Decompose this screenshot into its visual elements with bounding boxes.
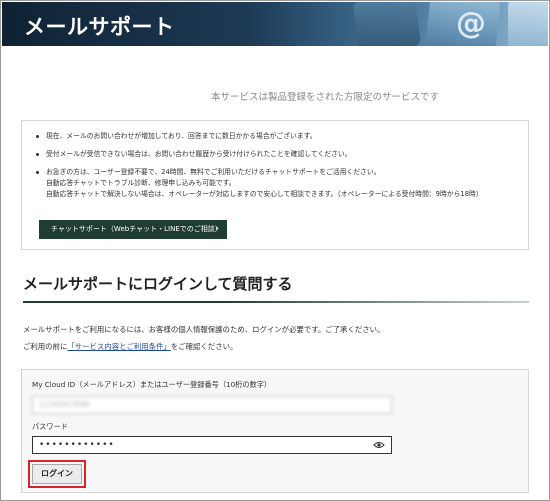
info-item-text: 現在、メールのお問い合わせが増加しており、回答までに数日かかる場合がございます。 (46, 132, 317, 140)
password-input[interactable]: •••••••••••• (32, 436, 392, 454)
password-field-label: パスワード (32, 422, 68, 431)
id-input[interactable]: 1234567890 (32, 396, 392, 414)
intro-line: メールサポートをご利用になるには、お客様の個人情報保護のため、ログインが必要です… (23, 325, 385, 334)
service-notice: 本サービスは製品登録をされた方限定のサービスです (210, 92, 439, 103)
chat-support-button[interactable]: チャットサポート（Webチャット・LINEでのご相談） › (39, 220, 227, 239)
info-item-text: お急ぎの方は、ユーザー登録不要で、24時間、無料でご利用いただけるチャットサポー… (46, 168, 381, 176)
heading-divider (23, 301, 529, 303)
info-item-subtext: 自動応答チャットでトラブル診断、修理申し込みも可能です。 (46, 179, 236, 187)
id-field-label: My Cloud ID（メールアドレス）またはユーザー登録番号（10桁の数字） (32, 380, 272, 389)
intro-line: ご利用の前に「サービス内容とご利用条件」をご確認ください。 (23, 338, 523, 355)
banner-decoration (508, 2, 548, 46)
chat-support-button-label: チャットサポート（Webチャット・LINEでのご相談） (51, 225, 222, 233)
show-password-eye-icon[interactable] (373, 440, 385, 450)
intro-text: メールサポートをご利用になるには、お客様の個人情報保護のため、ログインが必要です… (23, 321, 523, 355)
at-sign-icon: @ (456, 6, 486, 41)
header-banner: @ メールサポート (2, 2, 548, 46)
password-value: •••••••••••• (39, 440, 115, 450)
intro-suffix: をご確認ください。 (170, 342, 238, 351)
info-item: 受付メールが受信できない場合は、お問い合わせ履歴から受け付けられたことを確認して… (36, 149, 514, 160)
login-form: My Cloud ID（メールアドレス）またはユーザー登録番号（10桁の数字） … (21, 369, 529, 493)
section-heading: メールサポートにログインして質問する (23, 275, 293, 293)
terms-link[interactable]: 「サービス内容とご利用条件」 (67, 342, 170, 351)
intro-prefix: ご利用の前に (23, 342, 68, 351)
info-item-text: 受付メールが受信できない場合は、お問い合わせ履歴から受け付けられたことを確認して… (46, 150, 352, 158)
info-item: 現在、メールのお問い合わせが増加しており、回答までに数日かかる場合がございます。 (36, 131, 514, 142)
page-title: メールサポート (24, 15, 175, 39)
login-button-highlight: ログイン (28, 460, 86, 488)
banner-decoration (352, 2, 422, 46)
info-item-subtext: 自動応答チャットで解決しない場合は、オペレーターが対応しますので安心して相談でき… (46, 190, 483, 198)
login-button[interactable]: ログイン (32, 464, 82, 484)
chevron-right-icon: › (215, 224, 219, 234)
info-item: お急ぎの方は、ユーザー登録不要で、24時間、無料でご利用いただけるチャットサポー… (36, 167, 514, 200)
page-frame: @ メールサポート 本サービスは製品登録をされた方限定のサービスです 現在、メー… (0, 0, 550, 501)
info-list: 現在、メールのお問い合わせが増加しており、回答までに数日かかる場合がございます。… (36, 131, 514, 200)
